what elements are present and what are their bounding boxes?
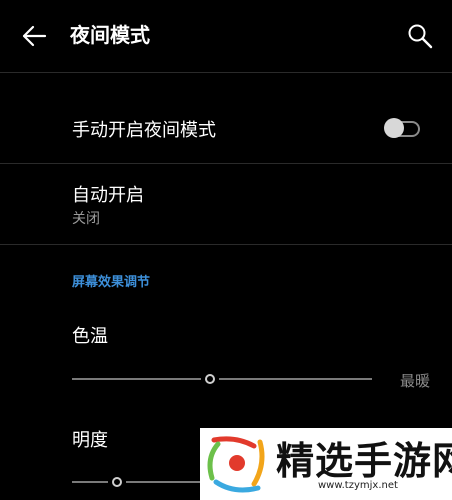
color-temperature-label: 色温 xyxy=(72,326,108,347)
arrow-left-icon xyxy=(22,25,47,47)
auto-enable-value: 关闭 xyxy=(72,211,100,227)
slider-track-filled xyxy=(72,481,108,483)
slider-track-remaining xyxy=(219,378,372,380)
slider-track-filled xyxy=(72,378,201,380)
search-icon xyxy=(408,24,433,49)
back-button[interactable] xyxy=(14,18,54,54)
manual-night-mode-row[interactable]: 手动开启夜间模式 xyxy=(0,73,452,163)
manual-night-mode-toggle[interactable] xyxy=(384,118,420,138)
watermark-url: www.tzymjx.net xyxy=(318,480,398,491)
auto-enable-row[interactable]: 自动开启 关闭 xyxy=(0,164,452,244)
app-bar: 夜间模式 xyxy=(0,0,452,70)
watermark-banner: 精选手游网 www.tzymjx.net xyxy=(200,428,452,500)
toggle-knob xyxy=(384,118,404,138)
screen-effect-section-header: 屏幕效果调节 xyxy=(72,275,151,290)
divider xyxy=(0,244,452,245)
watermark-logo-icon xyxy=(207,436,265,493)
slider-thumb[interactable] xyxy=(112,477,122,487)
brightness-label: 明度 xyxy=(72,430,108,451)
watermark-text: 精选手游网 xyxy=(276,439,452,483)
page-title: 夜间模式 xyxy=(70,23,150,47)
slider-thumb[interactable] xyxy=(205,374,215,384)
color-temperature-slider[interactable] xyxy=(72,369,372,389)
color-temperature-max-label: 最暖 xyxy=(400,372,431,390)
manual-night-mode-label: 手动开启夜间模式 xyxy=(72,120,216,141)
search-button[interactable] xyxy=(400,16,440,56)
auto-enable-label: 自动开启 xyxy=(72,185,144,206)
